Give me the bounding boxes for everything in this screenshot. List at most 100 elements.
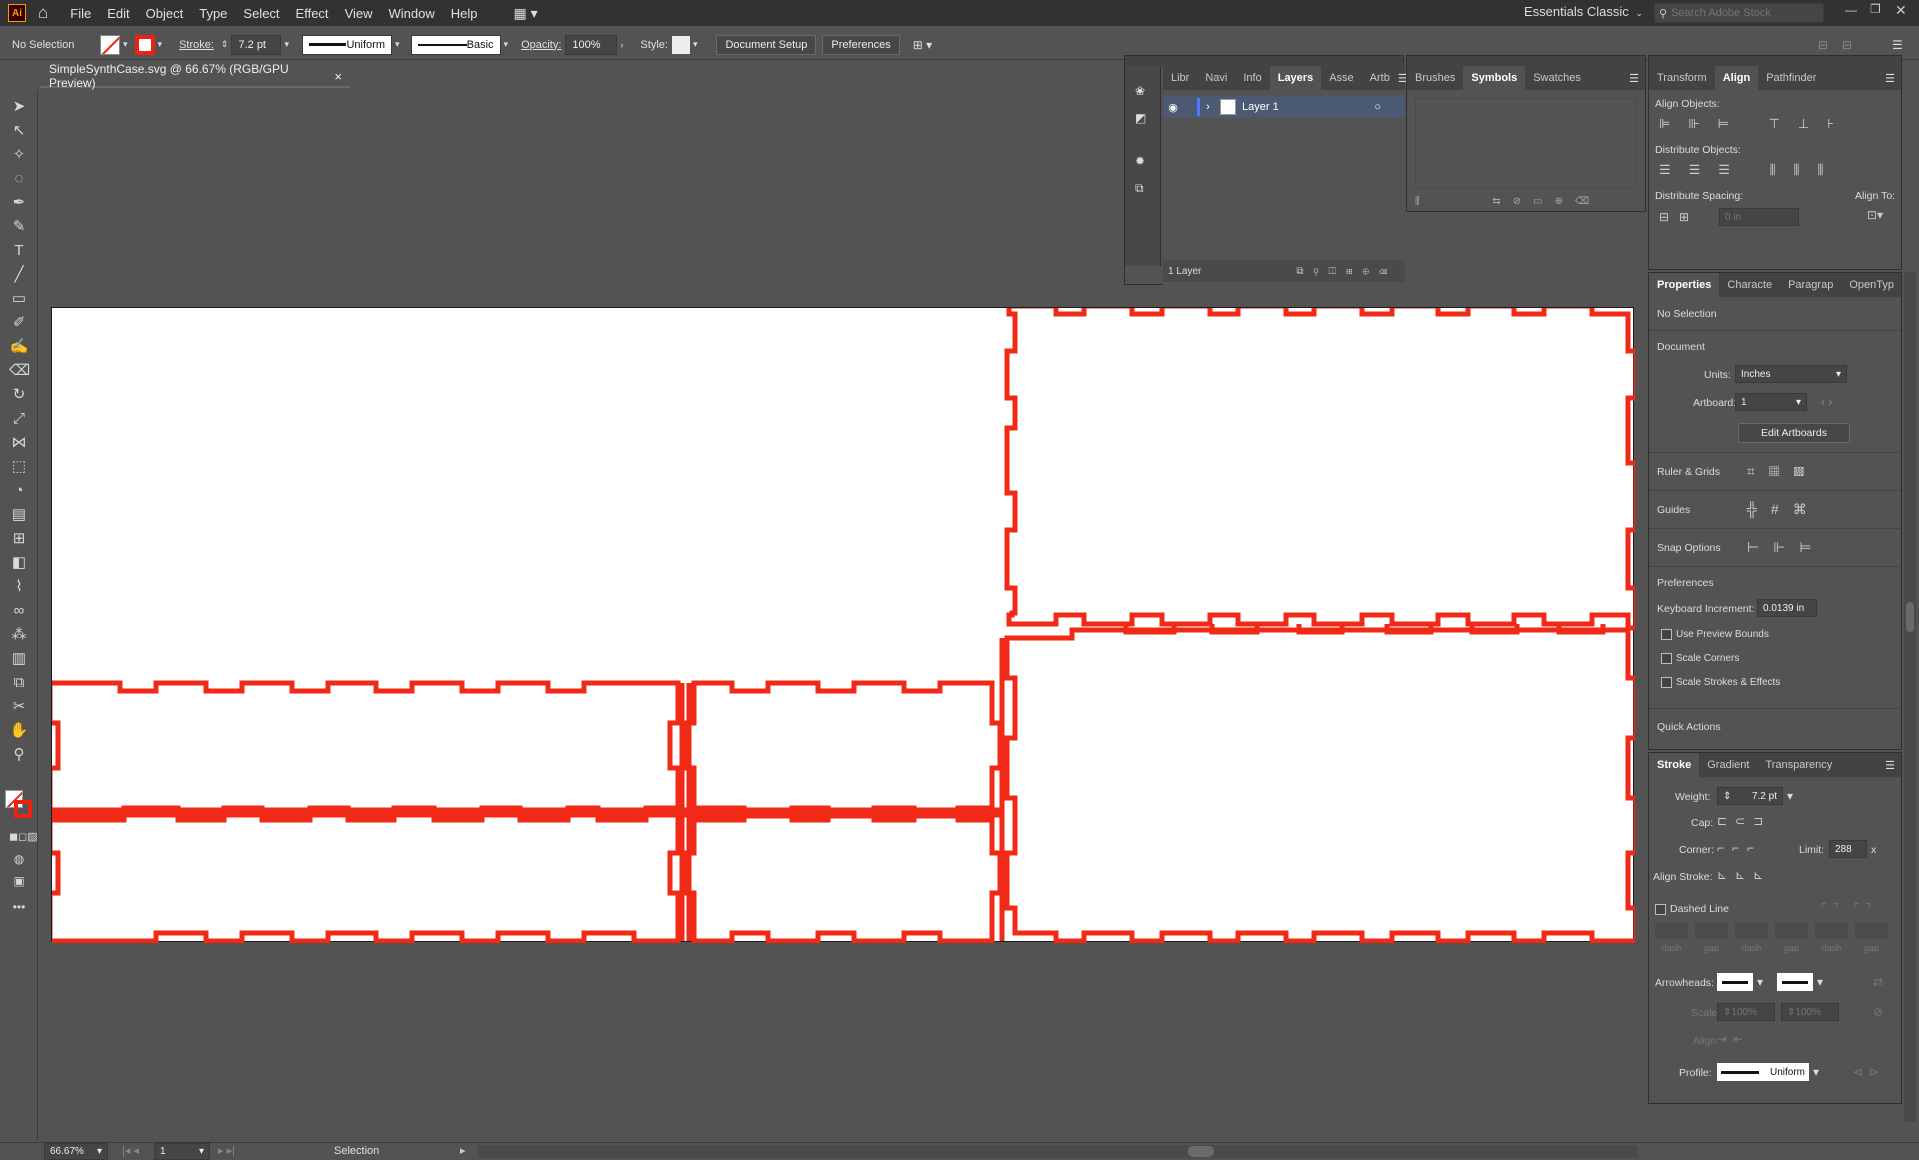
layer-tools-icons[interactable]: ⧉⚲◫⊞⊕⌫ [1296,266,1397,277]
screen-mode-icon[interactable]: ▣ [9,872,29,890]
chevron-down-icon[interactable]: ▾ [158,39,163,50]
eyedropper-tool-icon[interactable]: ⌇ [9,578,29,596]
use-preview-bounds-checkbox[interactable]: Use Preview Bounds [1661,629,1769,640]
cap-buttons[interactable]: ⊏⊂⊐ [1717,814,1771,828]
align-objects-buttons[interactable]: ⊫⊪⊨ ⊤⊥⊦ [1659,116,1901,132]
fill-swatch[interactable] [100,34,120,55]
symbol-sprayer-icon[interactable]: ⁂ [9,626,29,644]
menu-type[interactable]: Type [191,6,235,21]
layer-name[interactable]: Layer 1 [1242,101,1279,113]
chevron-down-icon[interactable]: ▾ [693,39,698,50]
chevron-down-icon[interactable]: ▾ [395,39,400,50]
lasso-tool-icon[interactable]: ◌ [9,170,29,188]
distribute-objects-buttons[interactable]: ☰☰☰ ⫼⫼⫼ [1659,162,1901,178]
width-tool-icon[interactable]: ⋈ [9,434,29,452]
artboard-nav-last[interactable]: ▸ ▸| [218,1144,235,1157]
direct-selection-tool-icon[interactable]: ↖ [9,122,29,140]
graph-tool-icon[interactable]: ▥ [9,650,29,668]
menu-select[interactable]: Select [235,6,287,21]
blend-tool-icon[interactable]: ∞ [9,602,29,620]
perspective-grid-icon[interactable]: ▤ [9,506,29,524]
tab-transparency[interactable]: Transparency [1757,753,1840,777]
edit-artboards-button[interactable]: Edit Artboards [1738,423,1850,443]
stroke-swatch[interactable] [134,34,155,55]
spacing-input[interactable]: 0 in [1719,208,1799,226]
tab-layers[interactable]: Layers [1269,66,1322,90]
hand-tool-icon[interactable]: ✋ [9,722,29,740]
horizontal-scrollbar[interactable] [478,1145,1638,1158]
tab-brushes[interactable]: Brushes [1407,66,1463,90]
tab-align[interactable]: Align [1714,66,1759,90]
type-tool-icon[interactable]: T [9,242,29,260]
snap-icons[interactable]: ⊢⊩⊨ [1747,539,1826,556]
link-scale-icon[interactable]: ⊘ [1873,1005,1883,1019]
rotate-tool-icon[interactable]: ↻ [9,386,29,404]
stroke-weight-input[interactable]: 7.2 pt [231,34,282,55]
paintbrush-tool-icon[interactable]: ✐ [9,314,29,332]
tab-properties[interactable]: Properties [1649,273,1720,297]
scale-end-input[interactable]: ⇕ 100% [1781,1003,1839,1021]
home-icon[interactable]: ⌂ [38,3,48,23]
arrange-icon[interactable]: ⊞ ▾ [913,38,932,52]
keyboard-increment-input[interactable]: 0.0139 in [1757,599,1817,617]
shape-builder-icon[interactable]: ◔ [9,482,29,500]
gradient-tool-icon[interactable]: ◧ [9,554,29,572]
chevron-right-icon[interactable]: › [620,40,623,50]
scale-start-input[interactable]: ⇕ 100% [1717,1003,1775,1021]
scale-corners-checkbox[interactable]: Scale Corners [1661,653,1739,664]
slice-tool-icon[interactable]: ✂ [9,698,29,716]
brush-definition[interactable]: Basic [410,34,501,55]
scale-tool-icon[interactable]: ⤢ [9,410,29,428]
arrange-documents-icon[interactable]: ▦ ▾ [514,5,538,22]
weight-input[interactable]: ⇕ 7.2 pt [1717,787,1783,805]
restore-icon[interactable]: ❐ [1870,2,1881,16]
opacity-input[interactable]: 100% [565,34,618,55]
zoom-tool-icon[interactable]: ⚲ [9,746,29,764]
document-setup-button[interactable]: Document Setup [716,34,817,55]
tab-symbols[interactable]: Symbols [1463,66,1526,90]
swap-arrowheads-icon[interactable]: ⇄ [1873,975,1883,989]
variable-width-profile[interactable]: Uniform [302,34,392,55]
workspace-switcher[interactable]: Essentials Classic ⌄ [1524,4,1646,19]
menu-effect[interactable]: Effect [288,6,337,21]
status-menu-icon[interactable]: ▸ [460,1144,466,1157]
artboard-tool-icon[interactable]: ⧉ [9,674,29,692]
tab-libraries[interactable]: Libr [1163,66,1197,90]
dashed-line-checkbox[interactable]: Dashed Line [1655,903,1729,915]
spacing-buttons[interactable]: ⊟⊞ [1659,210,1699,224]
image-trace-icon[interactable]: ◩ [1135,111,1146,125]
arrow-align-buttons[interactable]: ⇥⇤ [1717,1032,1749,1046]
artboard-nav-icons[interactable]: ‹ › [1821,395,1832,409]
tab-swatches[interactable]: Swatches [1525,66,1589,90]
align-stroke-buttons[interactable]: ⊾⊾⊾ [1717,868,1771,882]
eraser-tool-icon[interactable]: ⌫ [9,362,30,380]
panel-menu-icon[interactable]: ☰ [1629,72,1639,85]
dash-gap-fields[interactable] [1655,923,1895,939]
tab-opentype[interactable]: OpenTyp [1841,273,1902,297]
tab-assets[interactable]: Asse [1321,66,1361,90]
chevron-down-icon[interactable]: ▾ [1757,975,1763,989]
panel-scrollbar[interactable] [1904,272,1916,1122]
tab-paragraph[interactable]: Paragrap [1780,273,1841,297]
style-swatch[interactable] [671,35,690,54]
panel-toggle-icon[interactable]: ⊟ [1842,38,1852,52]
layer-row[interactable]: ◉ › Layer 1 ○ [1163,96,1405,118]
menu-window[interactable]: Window [381,6,443,21]
corner-buttons[interactable]: ⌐⌐⌐ [1717,841,1762,855]
panel-menu-icon[interactable]: ☰ [1885,72,1895,85]
tab-gradient[interactable]: Gradient [1699,753,1757,777]
color-mode-icon[interactable]: ◼◻▨ [9,828,38,846]
tab-stroke[interactable]: Stroke [1649,753,1700,777]
tab-transform[interactable]: Transform [1649,66,1715,90]
end-arrowhead-dropdown[interactable] [1777,973,1813,991]
pen-tool-icon[interactable]: ✒ [9,194,29,212]
artboard-dropdown[interactable]: 1 ▾ [1735,393,1807,411]
tab-navigator[interactable]: Navi [1197,66,1235,90]
chevron-down-icon[interactable]: ▾ [1813,1065,1819,1079]
stepper-icon[interactable]: ⇕ [221,39,229,50]
start-arrowhead-dropdown[interactable] [1717,973,1753,991]
shaper-tool-icon[interactable]: ✍ [9,338,29,356]
rectangle-tool-icon[interactable]: ▭ [9,290,29,308]
ruler-grid-icons[interactable]: ⌗▦▩ [1747,463,1818,480]
zoom-level-input[interactable]: 66.67% ▾ [44,1143,108,1160]
